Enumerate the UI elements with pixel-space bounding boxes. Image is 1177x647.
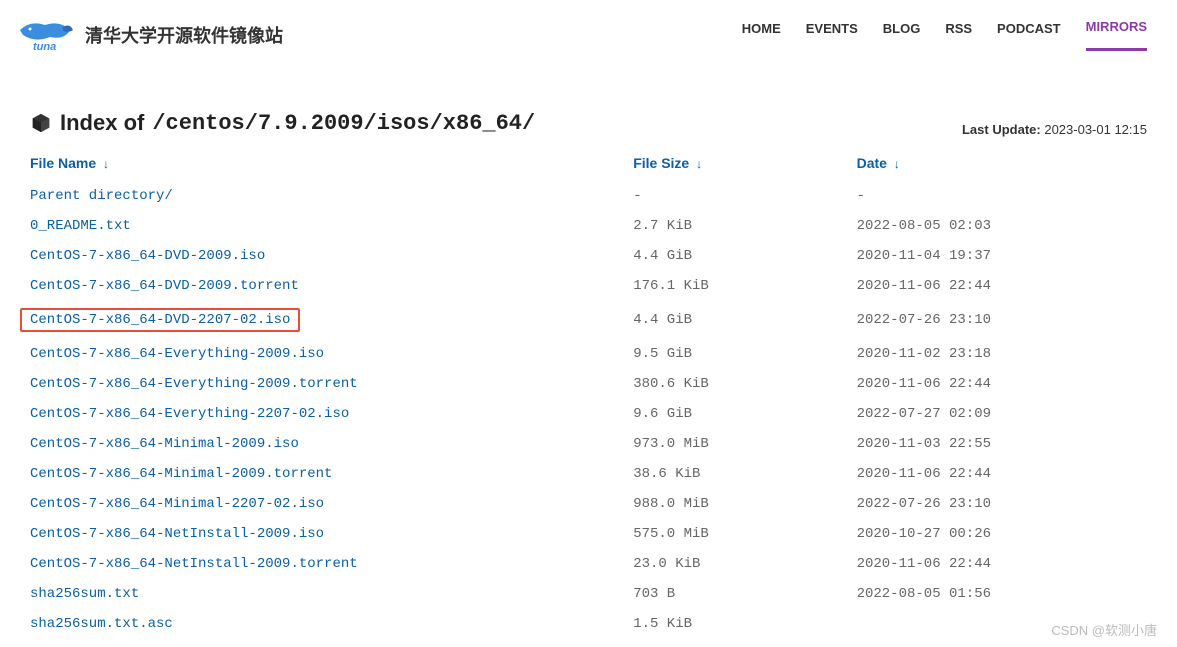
sort-down-icon: ↓ (103, 157, 109, 171)
file-size: 575.0 MiB (633, 519, 856, 549)
file-date: 2020-10-27 00:26 (857, 519, 1147, 549)
tuna-logo-icon: tuna (15, 15, 75, 55)
nav-item-rss[interactable]: RSS (945, 21, 972, 50)
file-size: 9.5 GiB (633, 339, 856, 369)
file-link[interactable]: CentOS-7-x86_64-DVD-2009.torrent (30, 278, 299, 294)
file-link[interactable]: CentOS-7-x86_64-Everything-2009.torrent (30, 376, 358, 392)
cube-icon (30, 112, 52, 134)
file-date: 2022-08-05 01:56 (857, 579, 1147, 609)
file-link[interactable]: CentOS-7-x86_64-Everything-2207-02.iso (30, 406, 349, 422)
table-row: CentOS-7-x86_64-DVD-2009.iso 4.4 GiB2020-… (30, 241, 1147, 271)
file-size: 380.6 KiB (633, 369, 856, 399)
file-link[interactable]: sha256sum.txt (30, 586, 139, 602)
file-date: 2020-11-06 22:44 (857, 459, 1147, 489)
table-row: CentOS-7-x86_64-Everything-2207-02.iso 9.… (30, 399, 1147, 429)
file-date: 2020-11-04 19:37 (857, 241, 1147, 271)
main-nav: HOME EVENTS BLOG RSS PODCAST MIRRORS (742, 19, 1147, 51)
nav-item-events[interactable]: EVENTS (806, 21, 858, 50)
brand[interactable]: tuna 清华大学开源软件镜像站 (15, 15, 283, 55)
site-title: 清华大学开源软件镜像站 (85, 22, 283, 48)
file-size: 4.4 GiB (633, 301, 856, 339)
file-link[interactable]: CentOS-7-x86_64-NetInstall-2009.torrent (30, 556, 358, 572)
column-header-size[interactable]: File Size ↓ (633, 147, 856, 181)
title-path: /centos/7.9.2009/isos/x86_64/ (152, 111, 535, 136)
file-size: 2.7 KiB (633, 211, 856, 241)
header: tuna 清华大学开源软件镜像站 HOME EVENTS BLOG RSS PODCAS… (0, 0, 1177, 65)
content: Index of /centos/7.9.2009/isos/x86_64/ L… (0, 65, 1177, 639)
table-row: CentOS-7-x86_64-Minimal-2207-02.iso 988.0… (30, 489, 1147, 519)
file-date: 2020-11-02 23:18 (857, 339, 1147, 369)
table-row: CentOS-7-x86_64-NetInstall-2009.torrent 2… (30, 549, 1147, 579)
file-table: File Name ↓ File Size ↓ Date ↓ Parent di… (30, 147, 1147, 639)
file-link[interactable]: CentOS-7-x86_64-DVD-2207-02.iso (20, 308, 300, 332)
table-row: CentOS-7-x86_64-Everything-2009.torrent 3… (30, 369, 1147, 399)
svg-text:tuna: tuna (33, 41, 56, 53)
nav-item-podcast[interactable]: PODCAST (997, 21, 1061, 50)
nav-item-blog[interactable]: BLOG (883, 21, 921, 50)
table-row: sha256sum.txt 703 B2022-08-05 01:56 (30, 579, 1147, 609)
last-update-label: Last Update: (962, 122, 1041, 137)
file-size: 1.5 KiB (633, 609, 856, 639)
table-row: Parent directory/ -- (30, 181, 1147, 211)
file-link[interactable]: CentOS-7-x86_64-Everything-2009.iso (30, 346, 324, 362)
file-size: 988.0 MiB (633, 489, 856, 519)
file-date: - (857, 181, 1147, 211)
sort-down-icon: ↓ (696, 157, 702, 171)
file-date: 2022-07-26 23:10 (857, 301, 1147, 339)
file-link[interactable]: 0_README.txt (30, 218, 131, 234)
column-header-name[interactable]: File Name ↓ (30, 147, 633, 181)
last-update-value: 2023-03-01 12:15 (1044, 122, 1147, 137)
file-size: - (633, 181, 856, 211)
file-size: 4.4 GiB (633, 241, 856, 271)
table-row: CentOS-7-x86_64-Minimal-2009.iso 973.0 Mi… (30, 429, 1147, 459)
sort-down-icon: ↓ (894, 157, 900, 171)
file-size: 23.0 KiB (633, 549, 856, 579)
table-row: sha256sum.txt.asc 1.5 KiB (30, 609, 1147, 639)
file-link[interactable]: CentOS-7-x86_64-Minimal-2009.iso (30, 436, 299, 452)
file-date: 2022-08-05 02:03 (857, 211, 1147, 241)
table-row: CentOS-7-x86_64-Minimal-2009.torrent 38.6… (30, 459, 1147, 489)
file-date: 2022-07-26 23:10 (857, 489, 1147, 519)
file-size: 9.6 GiB (633, 399, 856, 429)
nav-item-mirrors[interactable]: MIRRORS (1086, 19, 1147, 51)
file-date: 2020-11-06 22:44 (857, 549, 1147, 579)
file-date: 2020-11-06 22:44 (857, 369, 1147, 399)
watermark: CSDN @软测小唐 (1051, 620, 1157, 639)
file-link[interactable]: Parent directory/ (30, 188, 173, 204)
file-size: 703 B (633, 579, 856, 609)
table-row: CentOS-7-x86_64-Everything-2009.iso 9.5 G… (30, 339, 1147, 369)
title-prefix: Index of (60, 110, 144, 136)
file-date: 2020-11-06 22:44 (857, 271, 1147, 301)
file-table-body: Parent directory/--0_README.txt2.7 KiB20… (30, 181, 1147, 639)
file-link[interactable]: CentOS-7-x86_64-Minimal-2009.torrent (30, 466, 332, 482)
table-row: CentOS-7-x86_64-NetInstall-2009.iso 575.0… (30, 519, 1147, 549)
table-row: 0_README.txt 2.7 KiB2022-08-05 02:03 (30, 211, 1147, 241)
table-row: CentOS-7-x86_64-DVD-2009.torrent 176.1 Ki… (30, 271, 1147, 301)
file-date: 2020-11-03 22:55 (857, 429, 1147, 459)
last-update: Last Update: 2023-03-01 12:15 (962, 122, 1147, 137)
page-title: Index of /centos/7.9.2009/isos/x86_64/ (30, 110, 535, 136)
file-date: 2022-07-27 02:09 (857, 399, 1147, 429)
nav-item-home[interactable]: HOME (742, 21, 781, 50)
file-size: 176.1 KiB (633, 271, 856, 301)
column-header-date[interactable]: Date ↓ (857, 147, 1147, 181)
file-link[interactable]: CentOS-7-x86_64-Minimal-2207-02.iso (30, 496, 324, 512)
table-row: CentOS-7-x86_64-DVD-2207-02.iso4.4 GiB20… (30, 301, 1147, 339)
file-link[interactable]: CentOS-7-x86_64-NetInstall-2009.iso (30, 526, 324, 542)
file-link[interactable]: sha256sum.txt.asc (30, 616, 173, 632)
file-link[interactable]: CentOS-7-x86_64-DVD-2009.iso (30, 248, 265, 264)
file-size: 38.6 KiB (633, 459, 856, 489)
file-size: 973.0 MiB (633, 429, 856, 459)
